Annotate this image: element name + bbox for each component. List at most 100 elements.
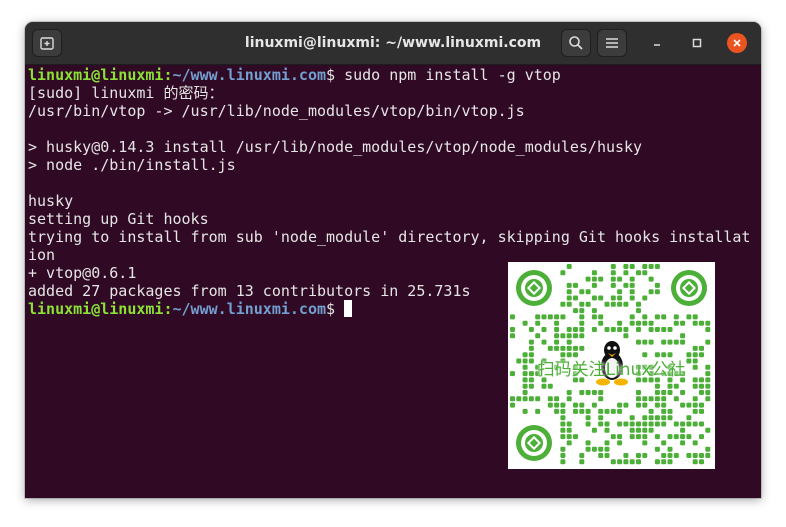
qr-module [591,446,597,452]
qr-module [667,459,673,465]
qr-module [692,459,698,465]
qr-module [585,421,591,427]
qr-module [623,402,629,408]
qr-module [636,390,641,395]
new-tab-button[interactable] [32,29,62,57]
qr-module [566,345,572,351]
menu-button[interactable] [597,29,627,57]
qr-module [654,264,660,269]
qr-module [579,453,585,458]
qr-module [554,408,560,414]
qr-module [686,453,692,458]
close-button[interactable] [727,33,747,53]
qr-module [686,421,692,427]
qr-module [598,390,604,395]
qr-module [510,396,515,402]
qr-module [705,446,711,452]
qr-module [617,289,623,295]
qr-module [560,434,566,440]
output-line: > husky@0.14.3 install /usr/lib/node_mod… [28,138,643,156]
qr-module [661,327,667,332]
qr-module [560,421,566,427]
maximize-button[interactable] [687,33,707,53]
qr-module [636,427,641,433]
prompt-separator: : [163,300,173,318]
qr-module [636,339,641,345]
qr-module [648,276,654,282]
qr-module [642,264,648,269]
qr-module [661,396,667,402]
qr-module [673,453,679,458]
qr-module [591,390,597,395]
output-line: husky [28,192,74,210]
qr-module [598,415,604,421]
qr-module [560,314,566,320]
qr-module [560,453,566,458]
qr-module [554,396,560,402]
title-bar[interactable]: linuxmi@linuxmi: ~/www.linuxmi.com [25,22,761,65]
qr-module [686,402,692,408]
qr-module [636,320,641,326]
qr-module [654,446,660,452]
qr-module [541,383,547,389]
qr-module [535,314,541,320]
qr-module [692,421,698,427]
qr-module [699,320,704,326]
qr-module [566,264,572,269]
qr-module [598,314,604,320]
qr-module [629,415,635,421]
qr-module [617,327,623,332]
qr-module [699,453,704,458]
qr-module [692,402,698,408]
qr-module [573,333,578,339]
qr-module [566,390,572,395]
maximize-icon [692,38,702,48]
qr-module [547,314,553,320]
qr-module [585,276,591,282]
qr-module [510,402,515,408]
qr-module [705,427,711,433]
qr-module [692,383,698,389]
qr-module [648,408,654,414]
qr-module [654,383,660,389]
qr-module [623,270,629,276]
qr-module [661,459,667,465]
qr-module [623,421,629,427]
qr-module [579,333,585,339]
qr-module [648,427,654,433]
qr-module [610,408,616,414]
qr-module [617,408,623,414]
qr-module [573,327,578,332]
qr-module [547,396,553,402]
qr-module [705,383,711,389]
qr-module [617,440,623,446]
prompt-path: ~/www.linuxmi.com [172,66,327,84]
qr-module [591,282,597,288]
qr-module [648,264,654,269]
qr-module [522,396,528,402]
qr-module [642,453,648,458]
qr-module [629,276,635,282]
prompt-user-host: linuxmi@linuxmi [28,300,164,318]
qr-module [510,314,515,320]
qr-module [598,295,604,301]
qr-module [541,327,547,332]
qr-module [604,421,610,427]
qr-module [661,402,667,408]
qr-module [667,415,673,421]
qr-finder-top-left [516,270,552,306]
qr-module [654,327,660,332]
qr-module [642,320,648,326]
qr-module [566,327,572,332]
qr-module [648,289,654,295]
qr-module [680,421,686,427]
qr-module [680,427,686,433]
qr-module [648,327,654,332]
qr-module [642,270,648,276]
qr-module [673,396,679,402]
qr-module [617,295,623,301]
minimize-button[interactable] [647,33,667,53]
qr-module [566,339,572,345]
search-button[interactable] [561,29,591,57]
